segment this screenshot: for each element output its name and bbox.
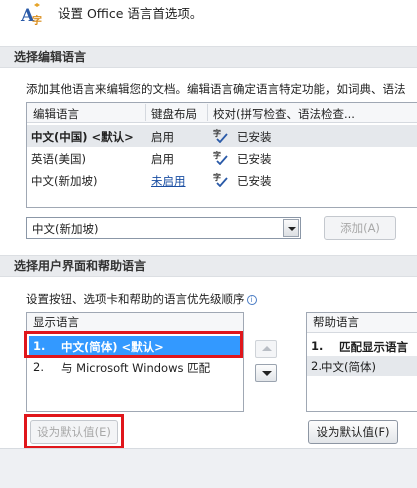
svg-text:字: 字 (213, 128, 221, 138)
list-item[interactable]: 2. 与 Microsoft Windows 匹配 (29, 357, 241, 377)
table-row[interactable]: 中文(中国) <默认> 启用 字 已安装 (27, 125, 417, 147)
chevron-down-icon[interactable] (283, 219, 299, 237)
office-language-icon: A 字 (20, 2, 44, 27)
item-label: 中文(简体) (321, 360, 376, 374)
item-number: 2. (33, 360, 44, 374)
editing-section-title: 选择编辑语言 (0, 46, 417, 68)
row-keyboard: 启用 (151, 130, 174, 144)
item-number: 1. (311, 339, 324, 353)
svg-text:字: 字 (213, 172, 221, 182)
row-keyboard-link[interactable]: 未启用 (151, 173, 186, 189)
item-label: 匹配显示语言 (339, 340, 408, 354)
arrow-down-icon (262, 371, 272, 376)
list-item[interactable]: 2. 中文(简体) (307, 356, 417, 376)
add-language-button[interactable]: 添加(A) (324, 216, 396, 240)
table-row[interactable]: 中文(新加坡) 未启用 字 已安装 (27, 169, 417, 191)
table-row[interactable]: 英语(美国) 启用 字 已安装 (27, 147, 417, 169)
dialog-footer (0, 448, 417, 488)
ui-help-section-title: 选择用户界面和帮助语言 (0, 255, 417, 277)
column-header-keyboard[interactable]: 键盘布局 (151, 106, 197, 122)
row-language: 中文(新加坡) (31, 174, 98, 188)
ui-help-description: 设置按钮、选项卡和帮助的语言优先级顺序 i (26, 291, 257, 307)
spellcheck-icon: 字 (213, 150, 228, 165)
list-item[interactable]: 1. 匹配显示语言 (307, 336, 417, 356)
move-down-button[interactable] (255, 364, 277, 382)
button-annotation-box (24, 414, 124, 449)
display-language-list: 显示语言 1. 中文(简体) <默认> 2. 与 Microsoft Windo… (26, 312, 244, 412)
table-header: 编辑语言 键盘布局 校对(拼写检查、语法检查... (27, 103, 417, 123)
set-default-help-button[interactable]: 设为默认值(F) (308, 420, 398, 444)
combo-value: 中文(新加坡) (32, 222, 99, 236)
spellcheck-icon: 字 (213, 128, 228, 143)
column-header-language[interactable]: 编辑语言 (33, 106, 79, 122)
row-proofing: 已安装 (237, 152, 272, 166)
header-text: 设置 Office 语言首选项。 (58, 6, 203, 21)
help-language-header: 帮助语言 (307, 313, 417, 333)
spellcheck-icon: 字 (213, 172, 228, 187)
editing-description: 添加其他语言来编辑您的文档。编辑语言确定语言特定功能，如词典、语法 (26, 82, 406, 96)
item-label: 与 Microsoft Windows 匹配 (61, 361, 211, 375)
svg-text:字: 字 (213, 150, 221, 160)
arrow-up-icon (262, 346, 272, 351)
row-proofing: 已安装 (237, 174, 272, 188)
language-combo-box[interactable]: 中文(新加坡) (26, 217, 301, 239)
highlight-annotation-box (24, 331, 243, 358)
editing-language-table: 编辑语言 键盘布局 校对(拼写检查、语法检查... 中文(中国) <默认> 启用… (26, 102, 417, 208)
row-language: 中文(中国) <默认> (31, 130, 134, 144)
row-proofing: 已安装 (237, 130, 272, 144)
help-language-list: 帮助语言 1. 匹配显示语言 2. 中文(简体) (306, 312, 417, 412)
svg-text:字: 字 (32, 14, 42, 26)
row-language: 英语(美国) (31, 152, 86, 166)
info-icon[interactable]: i (246, 295, 257, 305)
display-language-header: 显示语言 (27, 313, 243, 333)
column-header-proofing[interactable]: 校对(拼写检查、语法检查... (213, 106, 355, 122)
row-keyboard: 启用 (151, 152, 174, 166)
move-up-button[interactable] (255, 340, 277, 358)
